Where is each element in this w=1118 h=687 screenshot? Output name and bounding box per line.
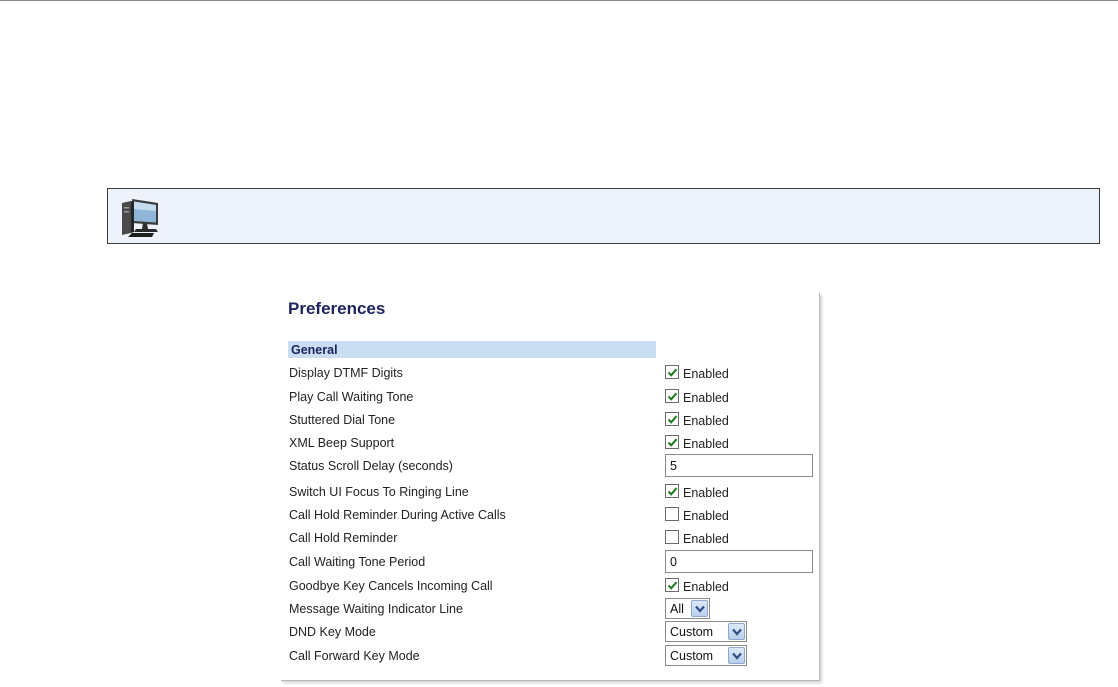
enabled-checkbox[interactable]	[665, 435, 679, 449]
computer-workstation-icon	[118, 195, 162, 239]
settings-row: Play Call Waiting Tone Enabled	[289, 386, 814, 408]
setting-label: Call Hold Reminder During Active Calls	[289, 508, 506, 522]
section-header-general: General	[288, 341, 656, 358]
setting-label: Message Waiting Indicator Line	[289, 602, 463, 616]
setting-label: Status Scroll Delay (seconds)	[289, 459, 453, 473]
enabled-checkbox[interactable]	[665, 365, 679, 379]
chevron-down-icon[interactable]	[728, 623, 745, 640]
checkmark-icon	[667, 415, 678, 424]
mode-select[interactable]: Custom	[665, 645, 747, 666]
setting-label: Goodbye Key Cancels Incoming Call	[289, 579, 493, 593]
mode-select[interactable]: All	[665, 598, 710, 619]
value-input[interactable]	[665, 454, 813, 477]
enabled-label: Enabled	[683, 367, 729, 381]
settings-row: Status Scroll Delay (seconds)	[289, 454, 814, 477]
settings-row: Goodbye Key Cancels Incoming Call Enabled	[289, 575, 814, 597]
enabled-checkbox[interactable]	[665, 530, 679, 544]
enabled-label: Enabled	[683, 580, 729, 594]
checkmark-icon	[667, 581, 678, 590]
select-value: Custom	[670, 649, 714, 663]
mode-select[interactable]: Custom	[665, 621, 747, 642]
settings-row: Call Hold Reminder Enabled	[289, 527, 814, 549]
note-box	[107, 188, 1100, 244]
chevron-down-icon[interactable]	[728, 647, 745, 664]
select-value: Custom	[670, 625, 714, 639]
setting-label: Play Call Waiting Tone	[289, 390, 414, 404]
checkmark-icon	[667, 392, 678, 401]
settings-row: Switch UI Focus To Ringing Line Enabled	[289, 481, 814, 503]
setting-label: XML Beep Support	[289, 436, 395, 450]
enabled-label: Enabled	[683, 391, 729, 405]
setting-label: Display DTMF Digits	[289, 366, 403, 380]
settings-row: Call Waiting Tone Period	[289, 550, 814, 573]
settings-row: Call Forward Key Mode Custom	[289, 645, 814, 667]
settings-row: DND Key Mode Custom	[289, 621, 814, 643]
settings-row: Message Waiting Indicator Line All	[289, 598, 814, 620]
enabled-label: Enabled	[683, 486, 729, 500]
page-title: Preferences	[288, 299, 386, 318]
checkmark-icon	[667, 487, 678, 496]
enabled-checkbox[interactable]	[665, 484, 679, 498]
setting-label: Call Hold Reminder	[289, 531, 398, 545]
checkmark-icon	[667, 438, 678, 447]
top-divider	[0, 0, 1118, 1]
checkmark-icon	[667, 368, 678, 377]
settings-row: XML Beep Support Enabled	[289, 432, 814, 454]
setting-label: Call Forward Key Mode	[289, 649, 420, 663]
enabled-label: Enabled	[683, 532, 729, 546]
enabled-label: Enabled	[683, 414, 729, 428]
enabled-checkbox[interactable]	[665, 389, 679, 403]
enabled-checkbox[interactable]	[665, 507, 679, 521]
setting-label: DND Key Mode	[289, 625, 376, 639]
setting-label: Stuttered Dial Tone	[289, 413, 396, 427]
settings-row: Stuttered Dial Tone Enabled	[289, 409, 814, 431]
preferences-panel: Preferences General Display DTMF Digits E…	[281, 293, 820, 681]
enabled-checkbox[interactable]	[665, 578, 679, 592]
select-value: All	[670, 602, 684, 616]
enabled-label: Enabled	[683, 509, 729, 523]
chevron-down-icon[interactable]	[691, 600, 708, 617]
value-input[interactable]	[665, 550, 813, 573]
settings-row: Call Hold Reminder During Active Calls En…	[289, 504, 814, 526]
enabled-label: Enabled	[683, 437, 729, 451]
enabled-checkbox[interactable]	[665, 412, 679, 426]
setting-label: Switch UI Focus To Ringing Line	[289, 485, 469, 499]
setting-label: Call Waiting Tone Period	[289, 555, 426, 569]
settings-row: Display DTMF Digits Enabled	[289, 362, 814, 384]
